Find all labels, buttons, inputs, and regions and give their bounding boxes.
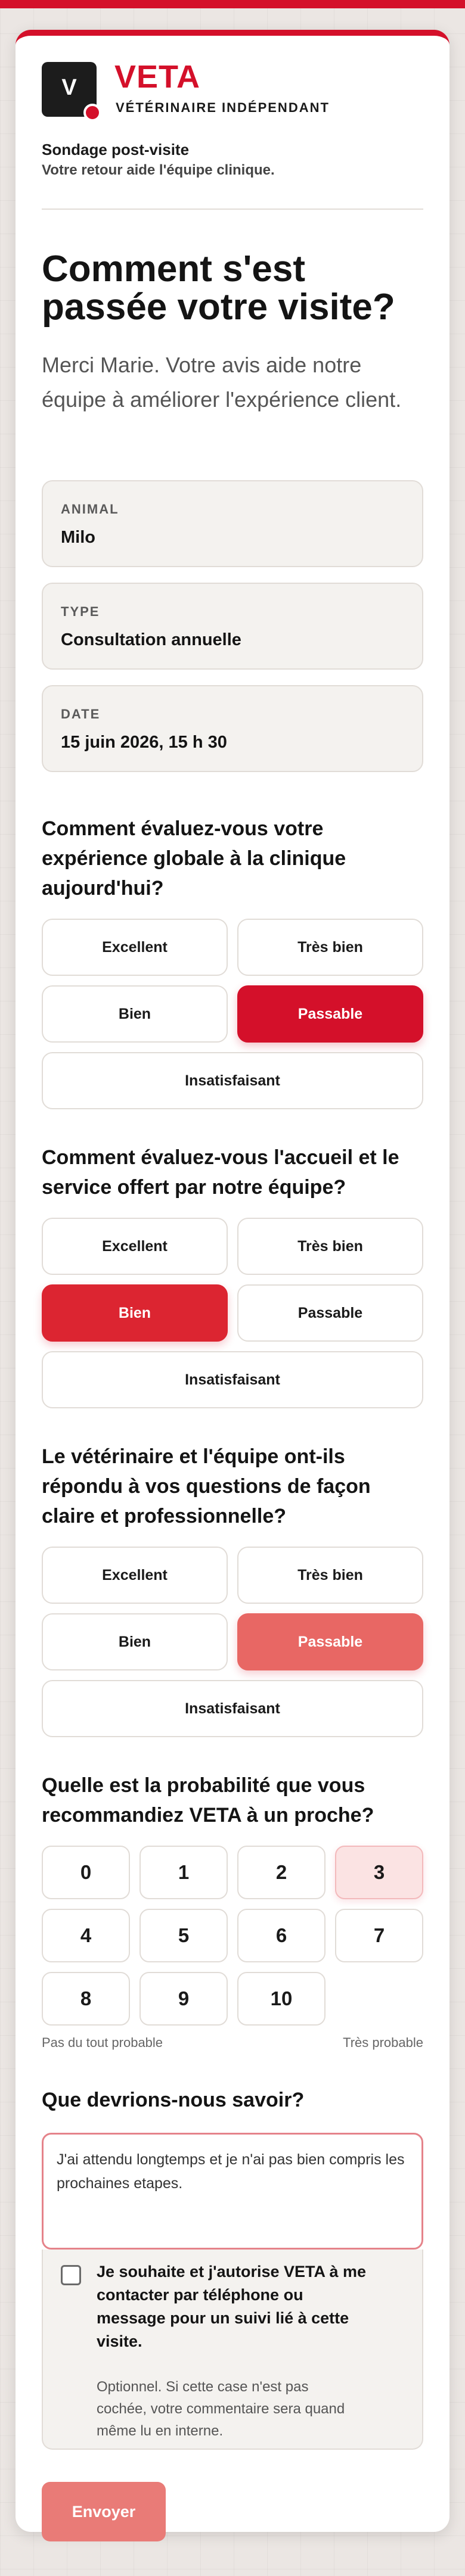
nps-option-0[interactable]: 0 [42, 1846, 130, 1899]
service-option-bien[interactable]: Bien [42, 1284, 228, 1342]
overall-option-bien[interactable]: Bien [42, 985, 228, 1043]
question-recommend: Quelle est la probabilité que vous recom… [42, 1771, 423, 1830]
intro-line-1: Merci Marie. Votre avis aide notre [42, 353, 362, 377]
detail-type: TYPE Consultation annuelle [42, 583, 423, 670]
nps-option-3[interactable]: 3 [335, 1846, 423, 1899]
logo-letter: V [61, 75, 77, 100]
submit-button[interactable]: Envoyer [42, 2482, 166, 2541]
detail-label: DATE [61, 707, 101, 721]
survey-card: V VETA VÉTÉRINAIRE INDÉPENDANT Sondage p… [16, 30, 450, 2541]
question-line: aujourd'hui? [42, 877, 164, 900]
consent-box: Je souhaite et j'autorise VETA à me cont… [42, 2250, 423, 2450]
logo-dot [83, 104, 101, 122]
question-line: Le vétérinaire et l'équipe ont-ils [42, 1445, 345, 1468]
consent-checkbox[interactable] [61, 2265, 81, 2285]
consent-note: Optionnel. Si cette case n'est pas coché… [97, 2376, 408, 2442]
top-accent-bar [0, 0, 465, 8]
service-option-tres-bien[interactable]: Très bien [237, 1218, 423, 1275]
overall-option-excellent[interactable]: Excellent [42, 919, 228, 976]
survey-title: Sondage post-visite [42, 141, 190, 158]
nps-option-4[interactable]: 4 [42, 1909, 130, 1962]
clarity-option-insatisfaisant[interactable]: Insatisfaisant [42, 1680, 423, 1737]
service-option-passable[interactable]: Passable [237, 1284, 423, 1342]
survey-subtitle: Votre retour aide l'équipe clinique. [42, 162, 275, 178]
consent-note-line: Optionnel. Si cette case n'est pas [97, 2379, 309, 2395]
intro-text: Merci Marie. Votre avis aide notre équip… [42, 348, 423, 417]
consent-line: Je souhaite et j'autorise VETA à me [97, 2263, 367, 2281]
detail-label: TYPE [61, 604, 100, 619]
scale-low-label: Pas du tout probable [42, 2035, 163, 2050]
clarity-option-tres-bien[interactable]: Très bien [237, 1547, 423, 1604]
nps-option-10[interactable]: 10 [237, 1972, 326, 2026]
page-title-line-1: Comment s'est [42, 248, 305, 290]
page-title: Comment s'est passée votre visite? [42, 250, 423, 326]
detail-animal: ANIMAL Milo [42, 480, 423, 567]
detail-label: ANIMAL [61, 502, 119, 517]
brand-name: VETA [114, 59, 201, 95]
service-option-excellent[interactable]: Excellent [42, 1218, 228, 1275]
consent-note-line: même lu en interne. [97, 2423, 224, 2439]
brand-tagline: VÉTÉRINAIRE INDÉPENDANT [116, 100, 330, 115]
clarity-option-excellent[interactable]: Excellent [42, 1547, 228, 1604]
feedback-textarea[interactable]: J'ai attendu longtemps et je n'ai pas bi… [42, 2133, 423, 2250]
question-line: Comment évaluez-vous votre [42, 817, 324, 840]
intro-line-2: équipe à améliorer l'expérience client. [42, 387, 402, 412]
question-service: Comment évaluez-vous l'accueil et le ser… [42, 1143, 423, 1202]
question-line: Comment évaluez-vous l'accueil et le [42, 1146, 399, 1169]
question-clarity: Le vétérinaire et l'équipe ont-ils répon… [42, 1442, 423, 1531]
nps-option-2[interactable]: 2 [237, 1846, 326, 1899]
veta-logo: V [42, 62, 101, 122]
service-option-insatisfaisant[interactable]: Insatisfaisant [42, 1351, 423, 1408]
header-divider [42, 209, 423, 210]
consent-line: contacter par téléphone ou [97, 2286, 303, 2304]
overall-option-passable[interactable]: Passable [237, 985, 423, 1043]
detail-value: 15 juin 2026, 15 h 30 [61, 733, 227, 752]
overall-option-insatisfaisant[interactable]: Insatisfaisant [42, 1052, 423, 1109]
detail-value: Consultation annuelle [61, 630, 241, 649]
question-line: claire et professionnelle? [42, 1505, 287, 1527]
question-line: recommandiez VETA à un proche? [42, 1804, 374, 1827]
question-line: répondu à vos questions de façon [42, 1475, 371, 1498]
nps-option-6[interactable]: 6 [237, 1909, 326, 1962]
page-title-line-2: passée votre visite? [42, 287, 395, 328]
clarity-option-passable[interactable]: Passable [237, 1613, 423, 1670]
consent-note-line: cochée, votre commentaire sera quand [97, 2401, 345, 2417]
detail-value: Milo [61, 528, 95, 547]
question-overall: Comment évaluez-vous votre expérience gl… [42, 814, 423, 903]
consent-label: Je souhaite et j'autorise VETA à me cont… [97, 2260, 408, 2353]
nps-option-8[interactable]: 8 [42, 1972, 130, 2026]
overall-option-tres-bien[interactable]: Très bien [237, 919, 423, 976]
detail-date: DATE 15 juin 2026, 15 h 30 [42, 685, 423, 772]
scale-high-label: Très probable [343, 2035, 423, 2050]
nps-option-7[interactable]: 7 [335, 1909, 423, 1962]
consent-line: message pour un suivi lié à cette [97, 2309, 349, 2327]
question-feedback: Que devrions-nous savoir? [42, 2089, 305, 2111]
consent-line: visite. [97, 2332, 142, 2350]
nps-option-9[interactable]: 9 [140, 1972, 228, 2026]
nps-option-1[interactable]: 1 [140, 1846, 228, 1899]
question-line: expérience globale à la clinique [42, 847, 346, 870]
nps-option-5[interactable]: 5 [140, 1909, 228, 1962]
question-line: service offert par notre équipe? [42, 1176, 346, 1199]
clarity-option-bien[interactable]: Bien [42, 1613, 228, 1670]
question-line: Quelle est la probabilité que vous [42, 1774, 365, 1797]
